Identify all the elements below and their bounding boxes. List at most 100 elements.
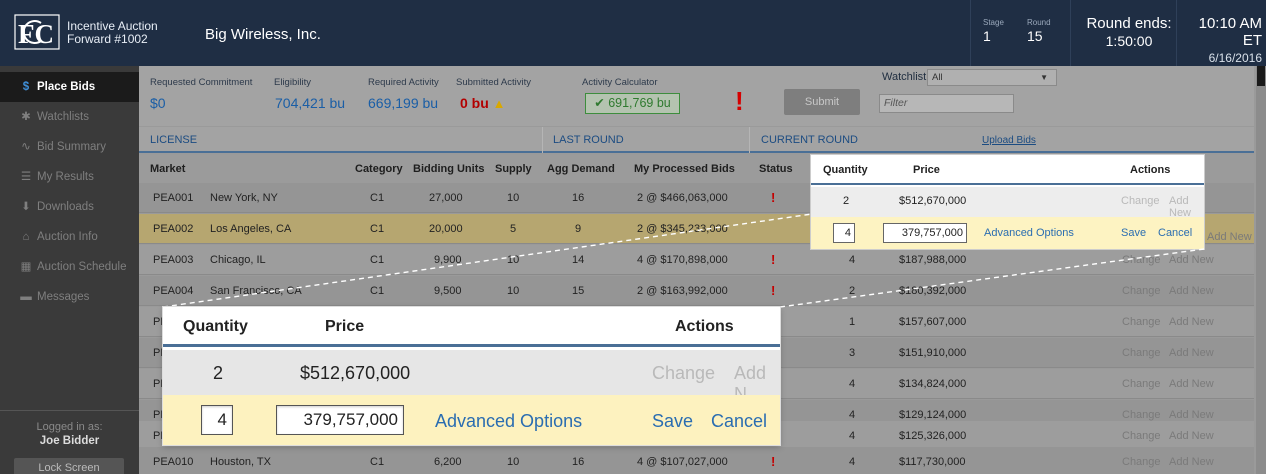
bid-editor-header: Quantity Price Actions: [811, 155, 1204, 185]
change-button[interactable]: Change: [1122, 430, 1161, 442]
add-new-button[interactable]: Add New: [1169, 285, 1214, 297]
submitted-activity-label: Submitted Activity: [456, 77, 531, 88]
supply: 10: [507, 456, 520, 468]
col-bidding-units[interactable]: Bidding Units: [413, 163, 485, 175]
round-ends-label: Round ends:: [1086, 15, 1172, 32]
clock-date: 6/16/2016: [1208, 51, 1262, 65]
agg-demand: 16: [572, 192, 585, 204]
category: C1: [370, 192, 385, 204]
watchlist-label: Watchlist:: [882, 71, 930, 83]
sidebar-item-watchlists[interactable]: ✱ Watchlists: [0, 102, 139, 132]
bidding-units: 9,900: [434, 254, 462, 266]
agg-demand: 16: [572, 456, 585, 468]
change-button[interactable]: Change: [1121, 195, 1160, 207]
lock-screen-button[interactable]: Lock Screen: [14, 458, 124, 474]
change-button[interactable]: Change: [1122, 456, 1161, 468]
market-name: New York, NY: [210, 192, 278, 204]
quantity: 2: [843, 195, 850, 207]
sidebar-item-downloads[interactable]: ⬇ Downloads: [0, 192, 139, 222]
col-quantity[interactable]: Quantity: [823, 164, 868, 176]
quantity: 4: [849, 378, 856, 390]
bid-editor-panel: Quantity Price Actions 2 $512,670,000 Ch…: [811, 155, 1204, 249]
change-button[interactable]: Change: [1122, 409, 1161, 421]
add-new-button[interactable]: Add New: [1169, 316, 1214, 328]
sidebar-item-auction-info[interactable]: ⌂ Auction Info: [0, 222, 139, 252]
category: C1: [370, 456, 385, 468]
quantity: 4: [849, 409, 856, 421]
col-category[interactable]: Category: [355, 163, 403, 175]
sidebar-item-auction-schedule[interactable]: ▦ Auction Schedule: [0, 252, 139, 282]
requested-commitment-value: $0: [150, 95, 166, 111]
price: $187,988,000: [899, 254, 967, 266]
activity-calculator[interactable]: ✔ 691,769 bu: [585, 93, 680, 114]
cancel-button[interactable]: Cancel: [1158, 227, 1192, 239]
sidebar-item-label: Bid Summary: [37, 141, 107, 153]
bidding-units: 9,500: [434, 285, 462, 297]
watchlist-select[interactable]: All ▼: [927, 69, 1057, 86]
table-row[interactable]: PEA003 Chicago, IL C1 9,900 10 14 4 @ $1…: [139, 245, 1254, 275]
quantity-input[interactable]: 4: [833, 223, 855, 243]
round-label: Round: [1027, 18, 1051, 27]
quantity: 4: [849, 456, 856, 468]
auction-name: Incentive Auction Forward #1002: [67, 20, 158, 46]
save-button[interactable]: Save: [1121, 227, 1146, 239]
quantity: 4: [849, 254, 856, 266]
bid-row[interactable]: 2 $512,670,000 Change Add New: [811, 187, 1204, 219]
zoom-callout: Quantity Price Actions 2 $512,670,000 Ch…: [163, 307, 780, 445]
add-new-button[interactable]: Add New: [1207, 231, 1252, 243]
add-new-button[interactable]: Add New: [1169, 409, 1214, 421]
bid-edit-row[interactable]: 4 379,757,000 Advanced Options Save Canc…: [811, 217, 1204, 249]
divider: [0, 410, 139, 411]
table-row[interactable]: PEA010 Houston, TX C1 6,200 10 16 4 @ $1…: [139, 447, 1254, 474]
clock: 10:10 AM ET 6/16/2016: [1180, 15, 1262, 65]
top-bar: FC Incentive Auction Forward #1002 Big W…: [0, 0, 1266, 66]
change-button[interactable]: Change: [1122, 254, 1161, 266]
col-processed-bids[interactable]: My Processed Bids: [634, 163, 735, 175]
pulse-icon: ∿: [21, 141, 31, 153]
filter-input[interactable]: Filter: [879, 94, 1014, 113]
quantity: 1: [849, 316, 856, 328]
sidebar-item-messages[interactable]: ▬ Messages: [0, 282, 139, 312]
add-new-button[interactable]: Add New: [1169, 456, 1214, 468]
market-id: PEA004: [153, 285, 194, 297]
agg-demand: 14: [572, 254, 585, 266]
col-market[interactable]: Market: [150, 163, 185, 175]
supply: 10: [507, 192, 520, 204]
col-price[interactable]: Price: [913, 164, 940, 176]
add-new-button[interactable]: Add New: [1169, 195, 1204, 219]
submit-button[interactable]: Submit: [784, 89, 860, 115]
sidebar-item-bid-summary[interactable]: ∿ Bid Summary: [0, 132, 139, 162]
add-new-button[interactable]: Add New: [1169, 254, 1214, 266]
sidebar-item-label: Auction Schedule: [37, 261, 127, 273]
divider: [1176, 0, 1177, 66]
asterisk-icon: ✱: [21, 111, 31, 123]
col-status[interactable]: Status: [759, 163, 793, 175]
column-groups: LICENSE LAST ROUND CURRENT ROUND Upload …: [139, 127, 1254, 153]
processed-bids: 2 @ $466,063,000: [637, 192, 728, 204]
divider: [749, 127, 750, 153]
sidebar-item-place-bids[interactable]: $ Place Bids: [0, 72, 139, 102]
change-button[interactable]: Change: [1122, 378, 1161, 390]
market-id: PEA002: [153, 223, 194, 235]
add-new-button[interactable]: Add New: [1169, 347, 1214, 359]
round-value: 15: [1027, 28, 1043, 44]
sidebar-item-my-results[interactable]: ☰ My Results: [0, 162, 139, 192]
table-row[interactable]: PEA004 San Francisco, CA C1 9,500 10 15 …: [139, 276, 1254, 306]
zoom-price-input: 379,757,000: [276, 405, 404, 435]
change-button[interactable]: Change: [1122, 316, 1161, 328]
advanced-options-link[interactable]: Advanced Options: [984, 227, 1074, 239]
change-button[interactable]: Change: [1122, 347, 1161, 359]
col-supply[interactable]: Supply: [495, 163, 532, 175]
scrollbar-thumb[interactable]: [1257, 66, 1265, 86]
zoom-quantity: 2: [213, 363, 224, 383]
add-new-button[interactable]: Add New: [1169, 430, 1214, 442]
upload-bids-link[interactable]: Upload Bids: [982, 135, 1036, 146]
zoom-advanced-options-link: Advanced Options: [435, 411, 583, 431]
zoom-col-quantity: Quantity: [183, 318, 248, 335]
add-new-button[interactable]: Add New: [1169, 378, 1214, 390]
price-input[interactable]: 379,757,000: [883, 223, 967, 243]
submitted-activity-text: 0 bu: [460, 95, 489, 111]
col-agg-demand[interactable]: Agg Demand: [547, 163, 615, 175]
change-button[interactable]: Change: [1122, 285, 1161, 297]
scrollbar[interactable]: [1256, 66, 1266, 474]
